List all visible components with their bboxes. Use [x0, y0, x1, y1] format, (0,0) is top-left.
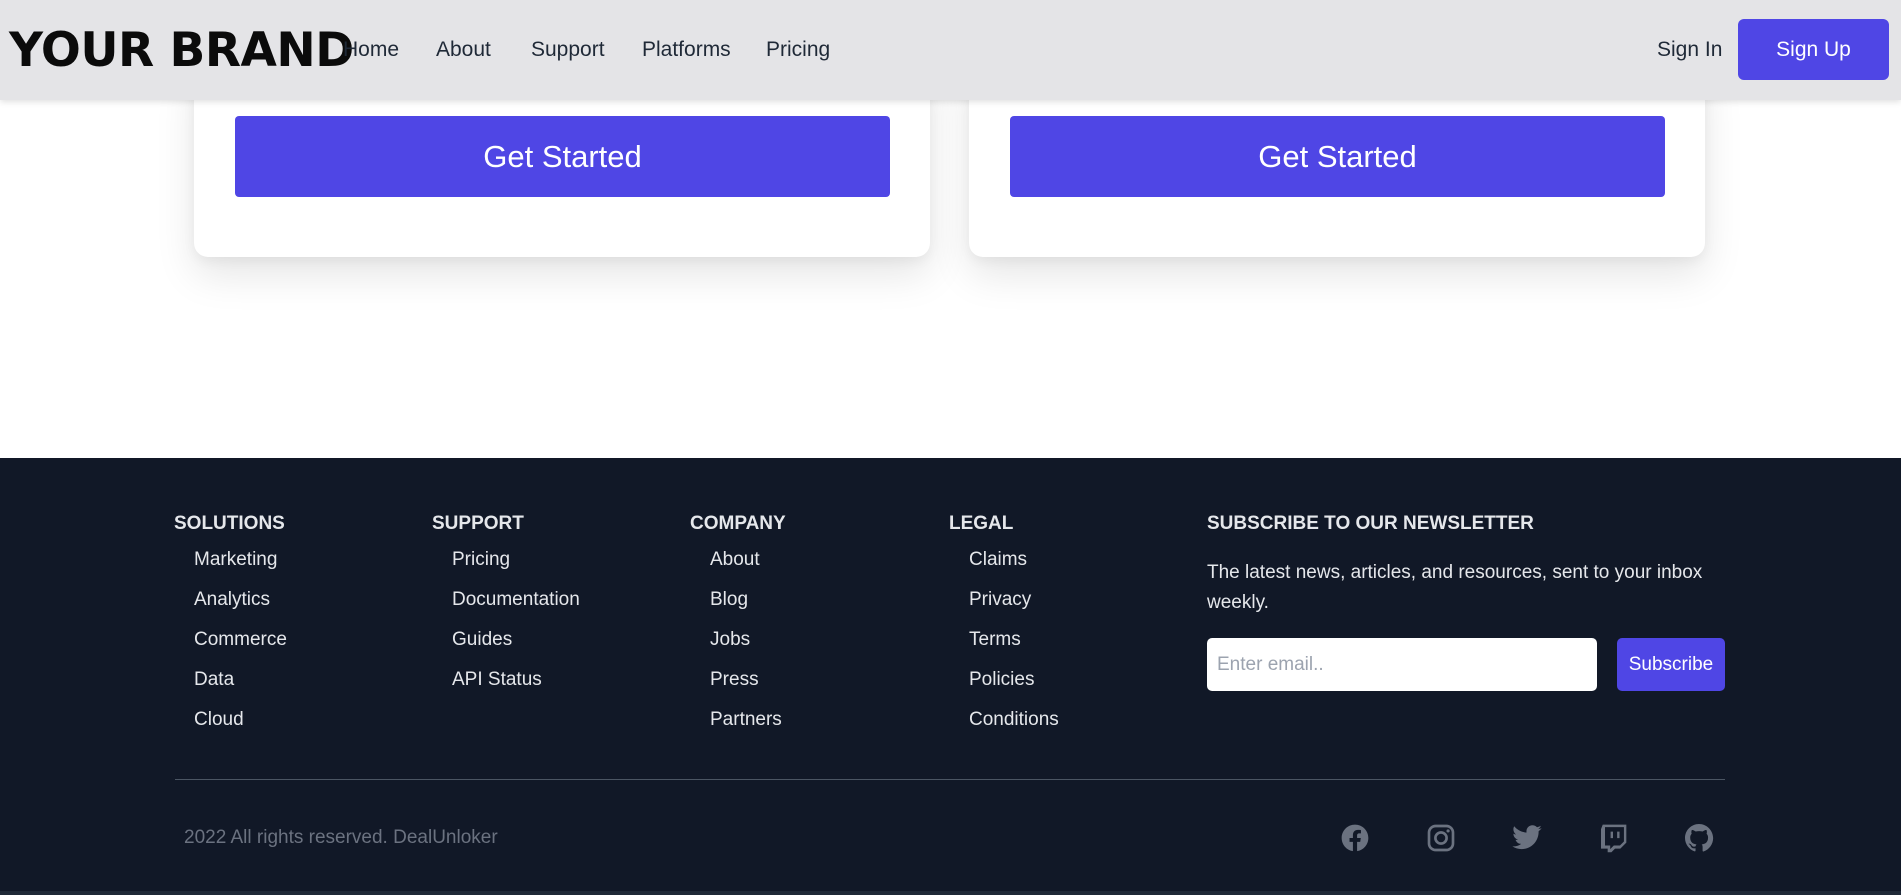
- copyright-text: 2022 All rights reserved. DealUnloker: [184, 827, 498, 848]
- footer-link-partners[interactable]: Partners: [710, 708, 782, 732]
- footer-link-conditions[interactable]: Conditions: [969, 708, 1059, 732]
- footer-company-title: COMPANY: [690, 513, 786, 534]
- footer-legal-title: LEGAL: [949, 513, 1014, 534]
- nav-about[interactable]: About: [436, 37, 491, 63]
- footer-link-api-status[interactable]: API Status: [452, 668, 542, 692]
- footer-link-marketing[interactable]: Marketing: [194, 548, 277, 572]
- nav-pricing[interactable]: Pricing: [766, 37, 830, 63]
- footer-link-commerce[interactable]: Commerce: [194, 628, 287, 652]
- footer-link-claims[interactable]: Claims: [969, 548, 1027, 572]
- sign-in-link[interactable]: Sign In: [1657, 37, 1722, 63]
- footer-link-about[interactable]: About: [710, 548, 760, 572]
- footer-support-title: SUPPORT: [432, 513, 524, 534]
- footer-link-data[interactable]: Data: [194, 668, 234, 692]
- site-footer: SOLUTIONS Marketing Analytics Commerce D…: [0, 458, 1901, 895]
- footer-link-jobs[interactable]: Jobs: [710, 628, 750, 652]
- github-icon[interactable]: [1683, 822, 1715, 854]
- nav-support[interactable]: Support: [531, 37, 605, 63]
- footer-link-documentation[interactable]: Documentation: [452, 588, 580, 612]
- newsletter-email-input[interactable]: [1207, 638, 1597, 691]
- footer-link-terms[interactable]: Terms: [969, 628, 1021, 652]
- window-bottom-edge: [0, 891, 1901, 895]
- footer-link-blog[interactable]: Blog: [710, 588, 748, 612]
- footer-divider: [175, 779, 1725, 780]
- footer-link-privacy[interactable]: Privacy: [969, 588, 1031, 612]
- site-header: YOUR BRAND Home About Support Platforms …: [0, 0, 1901, 100]
- newsletter-description: The latest news, articles, and resources…: [1207, 562, 1703, 613]
- instagram-icon[interactable]: [1425, 822, 1457, 854]
- get-started-button[interactable]: Get Started: [235, 116, 890, 197]
- brand-logo[interactable]: YOUR BRAND: [9, 24, 354, 78]
- footer-link-policies[interactable]: Policies: [969, 668, 1034, 692]
- nav-home[interactable]: Home: [343, 37, 399, 63]
- footer-link-press[interactable]: Press: [710, 668, 759, 692]
- footer-link-cloud[interactable]: Cloud: [194, 708, 244, 732]
- twitch-icon[interactable]: [1597, 822, 1629, 854]
- footer-link-pricing[interactable]: Pricing: [452, 548, 510, 572]
- footer-link-analytics[interactable]: Analytics: [194, 588, 270, 612]
- footer-solutions-title: SOLUTIONS: [174, 513, 285, 534]
- facebook-icon[interactable]: [1339, 822, 1371, 854]
- footer-link-guides[interactable]: Guides: [452, 628, 512, 652]
- sign-up-button[interactable]: Sign Up: [1738, 19, 1889, 80]
- twitter-icon[interactable]: [1511, 822, 1543, 854]
- newsletter-title: SUBSCRIBE TO OUR NEWSLETTER: [1207, 513, 1534, 534]
- get-started-button[interactable]: Get Started: [1010, 116, 1665, 197]
- subscribe-button[interactable]: Subscribe: [1617, 638, 1725, 691]
- nav-platforms[interactable]: Platforms: [642, 37, 731, 63]
